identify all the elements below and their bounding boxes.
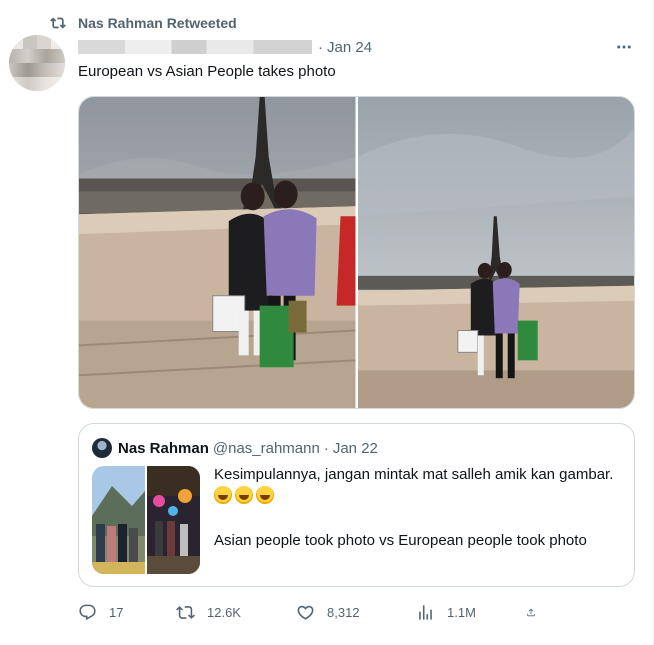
tweet-date[interactable]: Jan 24 xyxy=(327,39,372,56)
avatar[interactable] xyxy=(9,35,65,91)
quoted-tweet[interactable]: Nas Rahman @nas_rahmann · Jan 22 Kesimpu… xyxy=(78,423,635,587)
quote-text-line2: Asian people took photo vs European peop… xyxy=(214,532,587,549)
tweet-header: · Jan 24 xyxy=(78,37,372,57)
author-name-blurred[interactable] xyxy=(78,40,312,54)
retweet-icon xyxy=(50,15,66,31)
quote-author-name[interactable]: Nas Rahman xyxy=(118,440,209,457)
like-count: 8,312 xyxy=(327,604,360,620)
reply-button[interactable]: 17 xyxy=(78,603,176,622)
heart-icon xyxy=(297,605,314,620)
retweet-count: 12.6K xyxy=(207,604,241,620)
quote-photo-1[interactable] xyxy=(92,466,145,574)
media-grid xyxy=(78,96,635,409)
share-icon xyxy=(527,608,535,616)
quote-date[interactable]: Jan 22 xyxy=(333,440,378,457)
separator: · xyxy=(318,38,323,56)
photo-2[interactable] xyxy=(357,97,634,408)
photo-1[interactable] xyxy=(79,97,356,408)
laughing-emoji-icon xyxy=(256,486,274,504)
retweet-icon xyxy=(176,605,195,619)
tweet-container[interactable]: Nas Rahman Retweeted · Jan 24 European v… xyxy=(0,0,654,645)
quote-handle[interactable]: @nas_rahmann xyxy=(213,440,320,457)
action-bar: 17 12.6K 8,312 1.1M xyxy=(78,600,548,624)
separator: · xyxy=(323,439,329,457)
reply-icon xyxy=(79,604,96,620)
views-count: 1.1M xyxy=(447,604,476,620)
quote-header: Nas Rahman @nas_rahmann · Jan 22 xyxy=(92,438,378,458)
laughing-emoji-icon xyxy=(235,486,253,504)
tweet-text: European vs Asian People takes photo xyxy=(78,63,336,80)
quote-media[interactable] xyxy=(92,466,200,574)
quote-avatar[interactable] xyxy=(92,438,112,458)
quote-text-line1: Kesimpulannya, jangan mintak mat salleh … xyxy=(214,466,614,483)
more-button[interactable] xyxy=(612,37,636,57)
social-context[interactable]: Nas Rahman Retweeted xyxy=(50,13,237,33)
reply-count: 17 xyxy=(109,604,124,620)
laughing-emoji-icon xyxy=(214,486,232,504)
more-icon xyxy=(617,45,631,49)
like-button[interactable]: 8,312 xyxy=(296,603,416,622)
retweet-button[interactable]: 12.6K xyxy=(176,603,296,622)
share-button[interactable] xyxy=(526,603,548,622)
views-button[interactable]: 1.1M xyxy=(416,603,526,622)
social-context-label: Nas Rahman Retweeted xyxy=(78,15,237,31)
quote-photo-2[interactable] xyxy=(147,466,200,574)
quote-text: Kesimpulannya, jangan mintak mat salleh … xyxy=(214,464,614,552)
views-icon xyxy=(419,604,432,620)
